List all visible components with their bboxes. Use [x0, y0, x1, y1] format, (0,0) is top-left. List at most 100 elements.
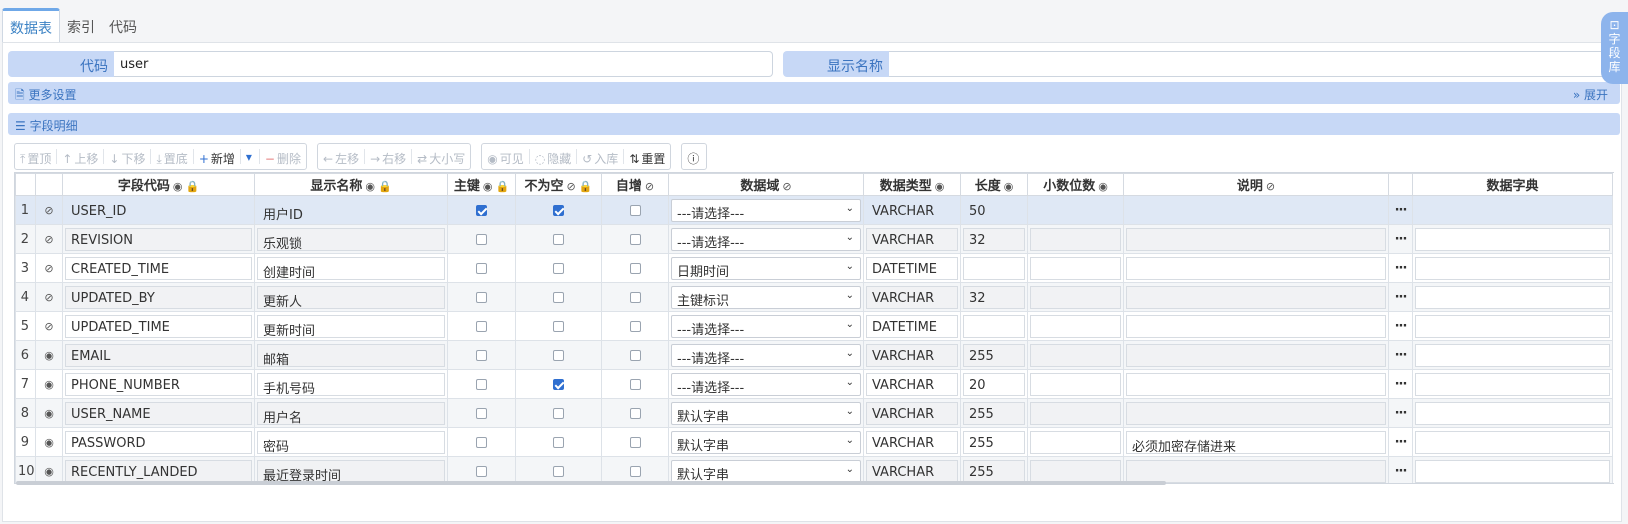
auto-increment-checkbox[interactable]: [629, 291, 641, 303]
primary-key-checkbox[interactable]: [476, 291, 487, 303]
primary-key-checkbox[interactable]: [476, 378, 487, 390]
row-visibility[interactable]: ◉: [35, 427, 63, 457]
toolbar-button-arrow-bottom[interactable]: ⤓ 置底: [151, 144, 192, 169]
tab-code[interactable]: 代码: [102, 8, 144, 42]
auto-increment-checkbox[interactable]: [629, 407, 641, 419]
data-type-input[interactable]: VARCHAR: [866, 459, 958, 483]
table-row[interactable]: 7 ◉ PHONE_NUMBER 手机号码 ---请选择--- ⌄ VARCHAR 20 ···: [15, 369, 1613, 399]
display-name-input[interactable]: 用户ID: [257, 199, 445, 222]
decimal-places-input[interactable]: [1030, 285, 1121, 309]
data-dictionary-input[interactable]: [1415, 401, 1610, 425]
eye-off-icon[interactable]: ⊘: [44, 233, 53, 246]
more-dots-icon[interactable]: ···: [1395, 406, 1408, 421]
data-type-input[interactable]: DATETIME: [866, 314, 958, 338]
description-input[interactable]: [1126, 459, 1386, 483]
primary-key-checkbox[interactable]: [476, 262, 487, 274]
toolbar-button-plus[interactable]: + 新增: [194, 144, 240, 169]
length-input[interactable]: 255: [963, 430, 1025, 454]
eye-off-icon[interactable]: ⊘: [1266, 180, 1275, 193]
length-input[interactable]: 255: [963, 401, 1025, 425]
description-input[interactable]: [1126, 343, 1386, 367]
more-dots-icon[interactable]: ···: [1395, 319, 1408, 334]
eye-off-icon[interactable]: ⊘: [645, 180, 654, 193]
eye-icon[interactable]: ◉: [44, 436, 54, 449]
more-dots-icon[interactable]: ···: [1395, 348, 1408, 363]
table-row[interactable]: 2 ⊘ REVISION 乐观锁 ---请选择--- ⌄ VARCHAR 32 ···: [15, 224, 1613, 254]
eye-off-icon[interactable]: ⊘: [782, 180, 791, 193]
tab-datatable[interactable]: 数据表: [2, 8, 60, 42]
toolbar-button-arrow-left[interactable]: ← 左移: [318, 144, 364, 169]
tab-index[interactable]: 索引: [60, 8, 102, 42]
table-row[interactable]: 9 ◉ PASSWORD 密码 默认字串 ⌄ VARCHAR 255 必须加密存储进来 ···: [15, 427, 1613, 457]
table-row[interactable]: 10 ◉ RECENTLY_LANDED 最近登录时间 默认字串 ⌄ VARCHAR 255 ·…: [15, 456, 1613, 483]
not-null-checkbox[interactable]: [553, 233, 564, 245]
eye-off-icon[interactable]: ⊘: [44, 320, 53, 333]
more-dots-icon[interactable]: ···: [1395, 261, 1408, 276]
auto-increment-checkbox[interactable]: [629, 233, 641, 245]
data-type-input[interactable]: VARCHAR: [866, 199, 958, 222]
code-input[interactable]: user: [114, 51, 773, 77]
display-name-input[interactable]: [889, 51, 1618, 77]
auto-increment-checkbox[interactable]: [629, 320, 641, 332]
data-type-input[interactable]: VARCHAR: [866, 343, 958, 367]
table-row[interactable]: 8 ◉ USER_NAME 用户名 默认字串 ⌄ VARCHAR 255 ···: [15, 398, 1613, 428]
description-input[interactable]: 必须加密存储进来: [1126, 430, 1386, 454]
row-visibility[interactable]: ⊘: [35, 282, 63, 312]
field-code-input[interactable]: CREATED_TIME: [65, 256, 252, 280]
expand-toggle[interactable]: » 展开: [1573, 86, 1608, 103]
table-row[interactable]: 4 ⊘ UPDATED_BY 更新人 主键标识 ⌄ VARCHAR 32 ···: [15, 282, 1613, 312]
data-domain-select[interactable]: ---请选择--- ⌄: [671, 198, 861, 222]
eye-off-icon[interactable]: ⊘: [44, 204, 53, 217]
display-name-input[interactable]: 更新时间: [257, 314, 445, 338]
more-dots-icon[interactable]: ···: [1395, 435, 1408, 450]
decimal-places-input[interactable]: [1030, 430, 1121, 454]
more-dots-icon[interactable]: ···: [1395, 232, 1408, 247]
length-input[interactable]: 32: [963, 285, 1025, 309]
not-null-checkbox[interactable]: [553, 436, 564, 448]
description-input[interactable]: [1126, 314, 1386, 338]
toolbar-info-button[interactable]: ⓘ: [682, 144, 706, 169]
eye-icon[interactable]: ◉: [44, 378, 54, 391]
eye-off-icon[interactable]: ⊘: [567, 180, 576, 193]
field-code-input[interactable]: EMAIL: [65, 343, 252, 367]
primary-key-checkbox[interactable]: [476, 320, 487, 332]
field-code-input[interactable]: UPDATED_TIME: [65, 314, 252, 338]
data-dictionary-input[interactable]: [1415, 372, 1610, 396]
row-visibility[interactable]: ⊘: [35, 253, 63, 283]
data-dictionary-input[interactable]: [1415, 227, 1610, 251]
more-dots-icon[interactable]: ···: [1395, 464, 1408, 479]
field-code-input[interactable]: PASSWORD: [65, 430, 252, 454]
toolbar-button-sort[interactable]: ⇅ 重置: [624, 144, 670, 169]
auto-increment-checkbox[interactable]: [629, 262, 641, 274]
data-domain-select[interactable]: 默认字串 ⌄: [671, 430, 861, 454]
data-domain-select[interactable]: 主键标识 ⌄: [671, 285, 861, 309]
decimal-places-input[interactable]: [1030, 314, 1121, 338]
length-input[interactable]: [963, 256, 1025, 280]
field-code-input[interactable]: RECENTLY_LANDED: [65, 459, 252, 483]
eye-icon[interactable]: ◉: [365, 180, 375, 193]
eye-off-icon[interactable]: ⊘: [44, 262, 53, 275]
description-input[interactable]: [1126, 401, 1386, 425]
toolbar-button-arrow-up[interactable]: ↑ 上移: [57, 144, 103, 169]
toolbar-button-minus[interactable]: − 删除: [260, 144, 306, 169]
length-input[interactable]: 255: [963, 459, 1025, 483]
toolbar-button-arrow-right[interactable]: → 右移: [365, 144, 411, 169]
not-null-checkbox[interactable]: [553, 320, 564, 332]
toolbar-button-arrow-top[interactable]: ⤒ 置顶: [15, 144, 56, 169]
data-type-input[interactable]: VARCHAR: [866, 285, 958, 309]
display-name-input[interactable]: 创建时间: [257, 256, 445, 280]
auto-increment-checkbox[interactable]: [629, 349, 641, 361]
toolbar-caret-down-button[interactable]: ▾: [241, 144, 259, 169]
not-null-checkbox[interactable]: [553, 465, 564, 477]
display-name-input[interactable]: 密码: [257, 430, 445, 454]
lock-icon[interactable]: 🔒: [185, 180, 199, 193]
length-input[interactable]: 255: [963, 343, 1025, 367]
toolbar-button-eye[interactable]: ◉ 可见: [482, 144, 529, 169]
primary-key-checkbox[interactable]: [476, 233, 487, 245]
decimal-places-input[interactable]: [1030, 459, 1121, 483]
field-code-input[interactable]: USER_ID: [65, 199, 252, 222]
length-input[interactable]: 20: [963, 372, 1025, 396]
data-type-input[interactable]: DATETIME: [866, 256, 958, 280]
row-visibility[interactable]: ◉: [35, 369, 63, 399]
length-input[interactable]: 32: [963, 227, 1025, 251]
